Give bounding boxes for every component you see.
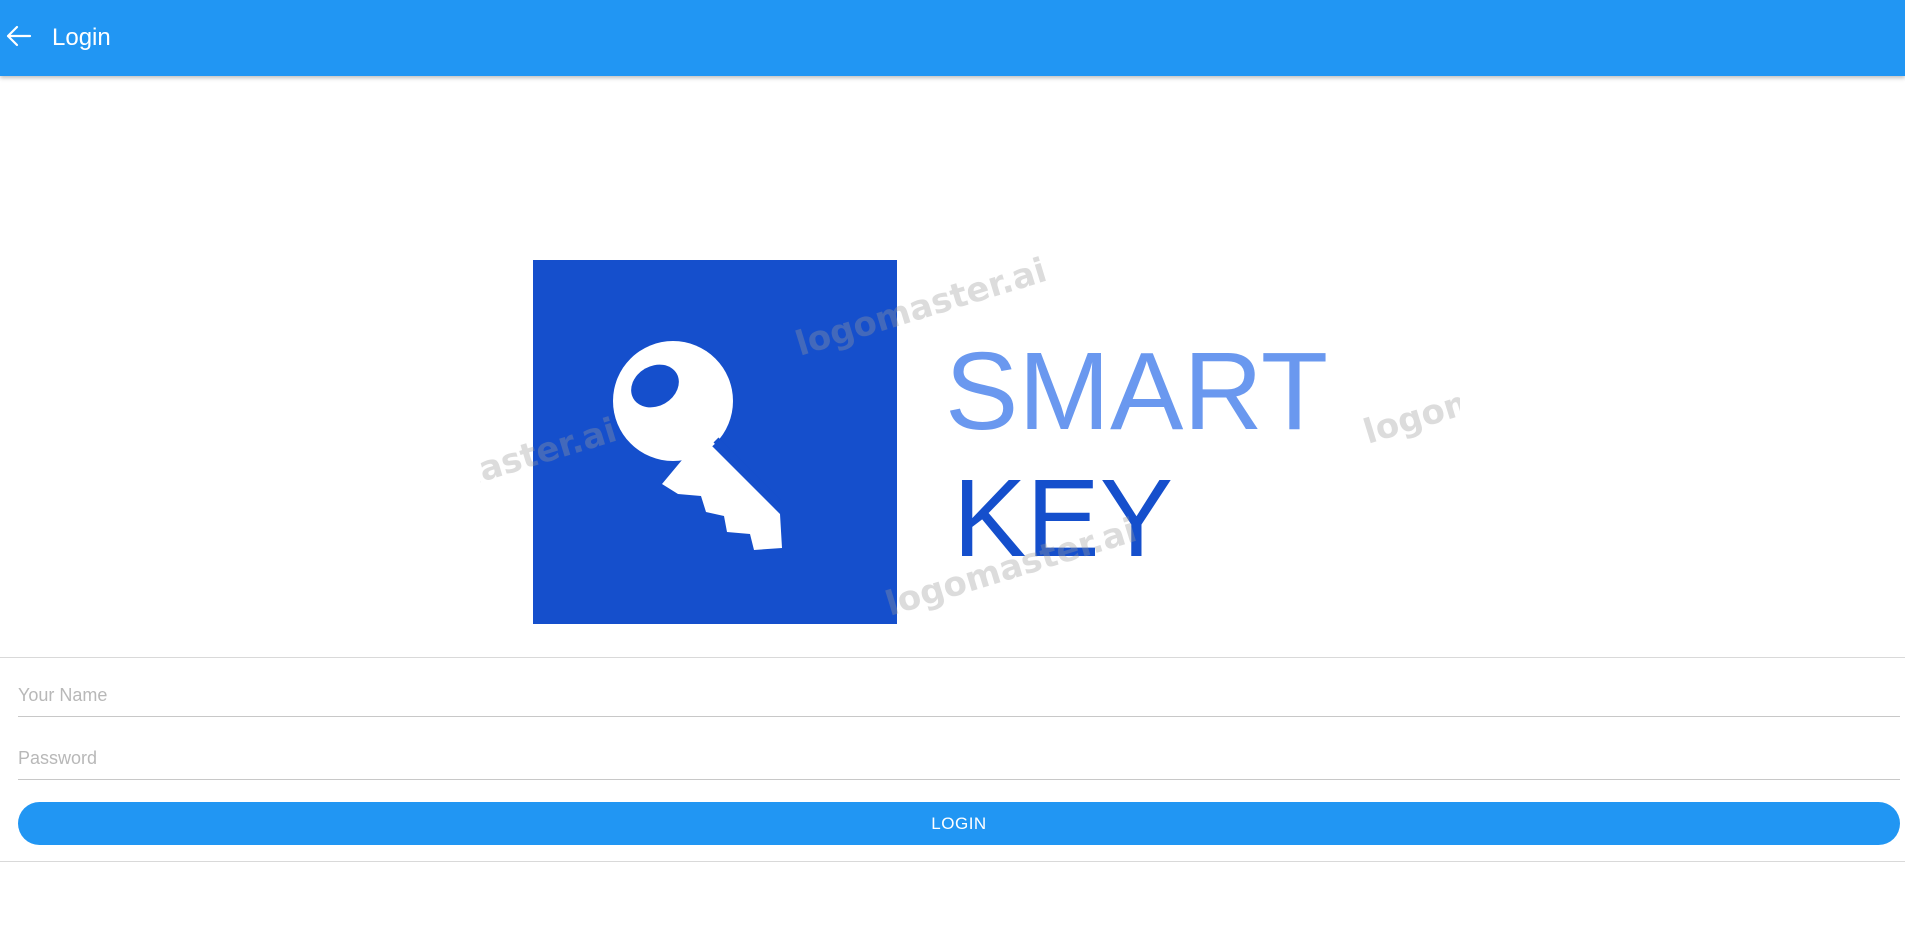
logo-image: SMART KEY logomaster.ai logomaster.ai lo… (0, 76, 1905, 656)
page-title: Login (52, 24, 111, 51)
password-input[interactable] (18, 739, 1900, 777)
login-button[interactable]: LOGIN (18, 802, 1900, 845)
smart-key-logo: SMART KEY logomaster.ai logomaster.ai lo… (480, 250, 1460, 626)
app-bar: Login (0, 0, 1905, 76)
back-button[interactable] (0, 20, 36, 56)
password-field-wrapper (18, 739, 1900, 780)
logo-text-smart: SMART (945, 330, 1328, 453)
name-field-wrapper (18, 676, 1900, 717)
arrow-left-icon (3, 21, 33, 56)
login-form: LOGIN (0, 657, 1905, 862)
name-input[interactable] (18, 676, 1900, 714)
watermark-4: logomaster.ai (1359, 338, 1460, 452)
